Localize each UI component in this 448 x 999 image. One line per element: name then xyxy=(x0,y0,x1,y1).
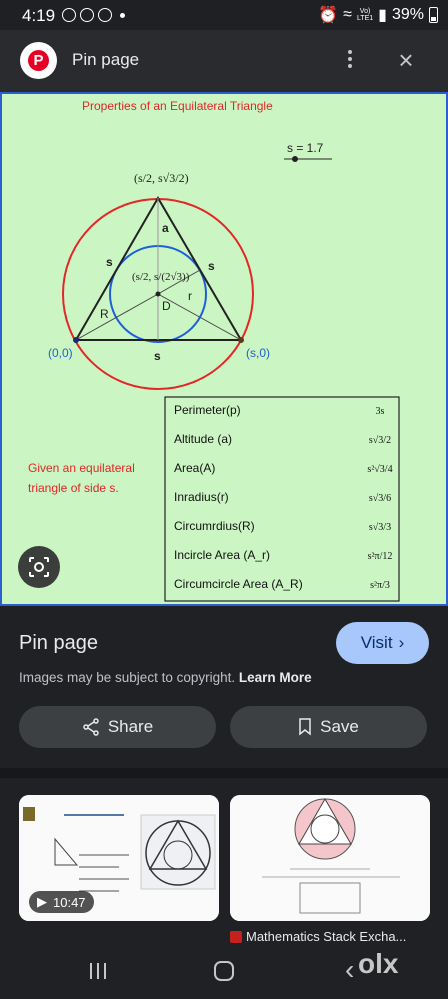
notification-icon xyxy=(80,8,94,22)
wifi-icon: ≈ xyxy=(343,6,352,23)
bookmark-icon xyxy=(299,718,311,736)
copyright-text: Images may be subject to copyright. xyxy=(19,670,236,685)
header-title: Pin page xyxy=(72,50,140,69)
apex-label: (s/2, s√3/2) xyxy=(134,171,189,185)
battery-icon xyxy=(429,7,438,23)
property-name: Perimeter(p) xyxy=(174,403,241,417)
source-favicon-icon xyxy=(230,930,242,943)
notification-icon xyxy=(98,8,112,22)
play-icon: ▶ xyxy=(37,894,47,909)
alarm-icon: ⏰ xyxy=(318,7,339,24)
side-label-bottom: s xyxy=(154,349,161,363)
share-label: Share xyxy=(107,717,154,736)
more-vert-icon[interactable] xyxy=(342,47,358,73)
network-top-label: Vo) xyxy=(359,8,371,15)
slider-handle[interactable] xyxy=(292,156,298,162)
given-text-line-2: triangle of side s. xyxy=(28,481,119,495)
related-thumbnail xyxy=(230,795,430,921)
lens-icon xyxy=(29,557,49,577)
video-duration: 10:47 xyxy=(53,894,86,910)
lens-button[interactable] xyxy=(18,546,60,588)
battery-percent: 39% xyxy=(391,6,424,23)
visit-label: Visit xyxy=(360,633,393,652)
network-bottom-label: LTE1 xyxy=(356,15,374,22)
property-name: Circumcircle Area (A_R) xyxy=(174,577,303,591)
visit-button[interactable]: Visit › xyxy=(336,622,429,664)
property-name: Altitude (a) xyxy=(174,432,232,446)
section-divider xyxy=(0,768,448,778)
slider-label: s = 1.7 xyxy=(287,141,324,155)
property-formula: s√3/3 xyxy=(369,522,391,533)
save-label: Save xyxy=(320,717,359,736)
property-name: Circumrdius(R) xyxy=(174,519,255,533)
close-icon[interactable]: × xyxy=(394,47,418,73)
olx-watermark: olx xyxy=(358,948,399,979)
side-label-right: s xyxy=(208,259,215,273)
right-point xyxy=(238,337,244,343)
share-icon xyxy=(83,718,99,736)
altitude-label: a xyxy=(162,221,169,235)
triangle-figure: Properties of an Equilateral Triangle s … xyxy=(28,99,400,602)
source-label: Mathematics Stack Excha... xyxy=(246,929,407,944)
learn-more-link[interactable]: Learn More xyxy=(239,670,312,685)
status-time: 4:19 xyxy=(22,6,56,25)
property-formula: s²√3/4 xyxy=(367,464,392,475)
copyright-note: Images may be subject to copyright. Lear… xyxy=(19,670,312,685)
signal-icon: ▮ xyxy=(378,7,387,24)
side-label-left: s xyxy=(106,255,113,269)
pin-image[interactable]: Properties of an Equilateral Triangle s … xyxy=(0,92,448,606)
property-name: Incircle Area (A_r) xyxy=(174,548,270,562)
related-result-document[interactable] xyxy=(230,795,430,921)
notification-icon xyxy=(62,8,76,22)
share-button[interactable]: Share xyxy=(19,706,216,748)
given-text-line-1: Given an equilateral xyxy=(28,461,135,475)
right-point-label: (s,0) xyxy=(246,346,270,360)
property-name: Area(A) xyxy=(174,461,215,475)
properties-rows: Perimeter(p) 3s Altitude (a) s√3/2 Area(A) s²… xyxy=(174,403,393,591)
origin-label: (0,0) xyxy=(48,346,73,360)
figure-title: Properties of an Equilateral Triangle xyxy=(82,99,273,113)
status-bar: 4:19 ⏰ ≈ Vo) LTE1 ▮ 39% xyxy=(0,0,448,30)
related-source[interactable]: Mathematics Stack Excha... xyxy=(230,929,406,944)
property-formula: s√3/2 xyxy=(369,435,391,446)
inradius-label: r xyxy=(188,289,192,303)
center-point-label: D xyxy=(162,299,171,313)
network-type: Vo) LTE1 xyxy=(357,8,373,22)
center-point xyxy=(155,291,161,297)
video-duration-badge: ▶ 10:47 xyxy=(29,891,94,913)
pin-page-title: Pin page xyxy=(19,632,98,654)
property-formula: s²π/12 xyxy=(368,551,393,562)
home-icon[interactable] xyxy=(214,961,234,981)
chevron-right-icon: › xyxy=(398,633,405,652)
more-notifications-icon xyxy=(120,13,125,18)
circumradius-label: R xyxy=(100,307,109,321)
property-name: Inradius(r) xyxy=(174,490,229,504)
origin-point xyxy=(73,337,79,343)
pinterest-logo-icon: P xyxy=(20,42,57,79)
save-button[interactable]: Save xyxy=(230,706,427,748)
back-icon[interactable]: ‹ xyxy=(345,956,354,984)
center-label: (s/2, s/(2√3)) xyxy=(132,271,190,283)
property-formula: s√3/6 xyxy=(369,493,391,504)
app-header: P Pin page × xyxy=(0,30,448,92)
property-formula: 3s xyxy=(376,406,385,417)
status-right: ⏰ ≈ Vo) LTE1 ▮ 39% xyxy=(318,5,438,25)
property-formula: s²π/3 xyxy=(370,580,390,591)
notification-icons xyxy=(62,8,125,22)
recent-apps-icon[interactable] xyxy=(90,963,106,979)
related-result-video[interactable]: ▶ 10:47 xyxy=(19,795,219,921)
